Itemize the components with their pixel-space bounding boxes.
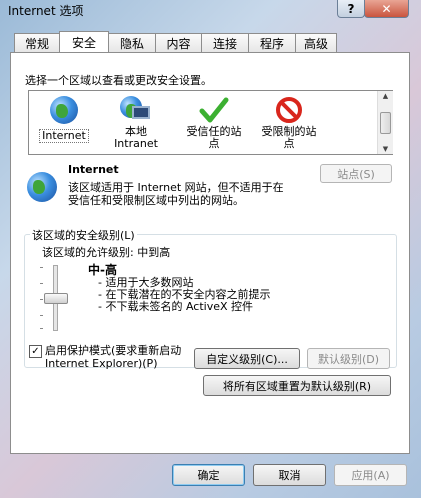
globe-icon: [50, 96, 78, 124]
protected-mode-line: 启用保护模式(要求重新启动: [45, 344, 182, 357]
selected-zone-description: 该区域适用于 Internet 网站，但不适用于在 受信任和受限制区域中列出的网…: [68, 181, 284, 207]
tab-security[interactable]: 安全: [59, 31, 109, 52]
button-label: 取消: [278, 469, 301, 482]
zone-local-intranet[interactable]: 本地 Intranet: [101, 96, 171, 150]
sites-button[interactable]: 站点(S): [320, 164, 392, 183]
restricted-circle-icon: [276, 97, 302, 123]
help-button[interactable]: ?: [337, 0, 365, 18]
selected-zone-globe-icon: [27, 172, 57, 202]
reset-all-zones-button[interactable]: 将所有区域重置为默认级别(R): [203, 375, 391, 396]
scroll-down-icon: ▼: [382, 145, 389, 153]
tab-label: 连接: [212, 36, 237, 51]
security-level-title: 该区域的安全级别(L): [30, 227, 137, 243]
tab-programs[interactable]: 程序: [248, 33, 296, 52]
tab-privacy[interactable]: 隐私: [108, 33, 156, 52]
zone-label-2: 点: [283, 137, 295, 150]
window-title: Internet 选项: [8, 4, 84, 18]
description-line: 受信任和受限制区域中列出的网站。: [68, 194, 244, 207]
tab-label: 隐私: [119, 36, 144, 51]
slider-tick: [40, 328, 43, 329]
tab-advanced[interactable]: 高级: [295, 33, 337, 52]
bullet-item: - 不下载未签名的 ActiveX 控件: [98, 300, 254, 313]
tab-label: 安全: [71, 35, 96, 50]
security-level-bullets: - 适用于大多数网站 - 在下载潜在的不安全内容之前提示 - 不下载未签名的 A…: [98, 277, 270, 313]
checkmark-icon: ✓: [31, 346, 40, 357]
tab-content[interactable]: 内容: [155, 33, 202, 52]
zone-label-2: Intranet: [114, 137, 158, 150]
tab-connections[interactable]: 连接: [201, 33, 249, 52]
tab-label: 常规: [24, 36, 49, 51]
zone-list-scrollbar[interactable]: ▲ ▼: [377, 91, 393, 154]
apply-button[interactable]: 应用(A): [334, 464, 407, 486]
tab-label: 高级: [303, 36, 328, 51]
tab-label: 程序: [259, 36, 284, 51]
zone-trusted-sites[interactable]: 受信任的站 点: [179, 96, 249, 150]
green-check-icon: [199, 97, 229, 123]
protected-mode-line: Internet Explorer)(P): [45, 357, 158, 370]
scroll-up-icon: ▲: [382, 92, 389, 100]
button-label: 确定: [197, 469, 220, 482]
help-icon: ?: [347, 1, 355, 16]
button-label: 自定义级别(C)...: [206, 352, 288, 366]
description-line: 该区域适用于 Internet 网站，但不适用于在: [68, 181, 284, 194]
button-label: 站点(S): [337, 167, 375, 181]
zone-list: Internet 本地 Intranet 受信任的站 点 受限制的站 点: [28, 90, 393, 155]
slider-tick: [40, 299, 43, 300]
button-label: 默认级别(D): [317, 352, 380, 366]
tab-label: 内容: [166, 36, 191, 51]
zone-prompt: 选择一个区域以查看或更改安全设置。: [25, 74, 212, 87]
custom-level-button[interactable]: 自定义级别(C)...: [194, 348, 300, 369]
local-intranet-icon: [120, 96, 152, 124]
button-label: 将所有区域重置为默认级别(R): [222, 379, 372, 393]
scroll-thumb[interactable]: [380, 112, 391, 134]
protected-mode-checkbox[interactable]: ✓: [29, 345, 42, 358]
zone-label-2: 点: [208, 137, 220, 150]
allowed-level-label: 该区域的允许级别: 中到高: [42, 246, 171, 259]
slider-tick: [40, 315, 43, 316]
zone-restricted-sites[interactable]: 受限制的站 点: [254, 96, 324, 150]
slider-tick: [40, 267, 43, 268]
security-slider-thumb[interactable]: [44, 293, 68, 304]
zone-label: Internet: [39, 129, 89, 143]
tab-strip: 常规 安全 隐私 内容 连接 程序 高级: [14, 31, 337, 53]
slider-tick: [40, 283, 43, 284]
button-label: 应用(A): [351, 469, 390, 482]
default-level-button[interactable]: 默认级别(D): [307, 348, 390, 369]
close-button[interactable]: ✕: [364, 0, 409, 18]
protected-mode-label: 启用保护模式(要求重新启动 Internet Explorer)(P): [45, 344, 181, 370]
tab-general[interactable]: 常规: [14, 33, 60, 52]
selected-zone-name: Internet: [68, 163, 119, 176]
close-icon: ✕: [381, 1, 392, 16]
zone-internet[interactable]: Internet: [29, 96, 99, 143]
cancel-button[interactable]: 取消: [253, 464, 326, 486]
ok-button[interactable]: 确定: [172, 464, 245, 486]
